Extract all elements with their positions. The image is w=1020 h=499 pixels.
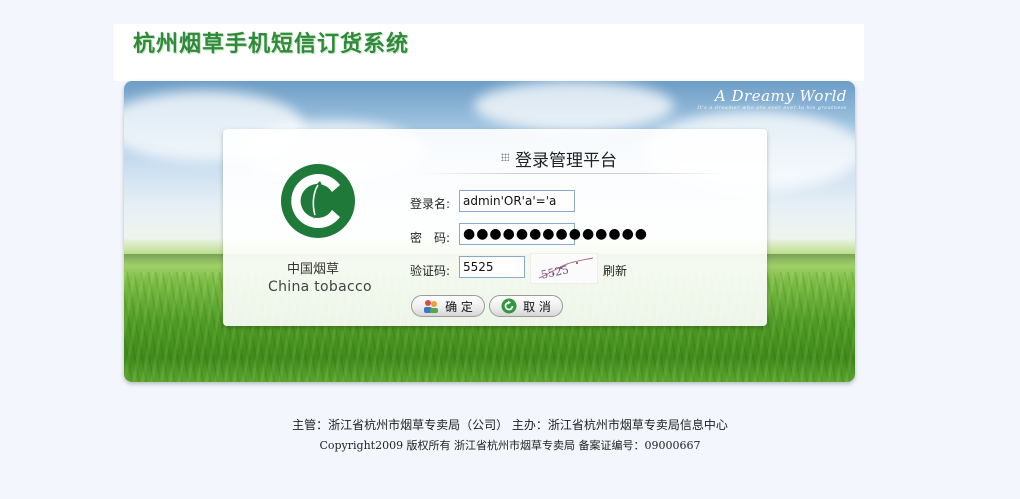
cloud-decoration (474, 81, 674, 131)
captcha-noise-icon: 5525 (538, 257, 594, 282)
password-label: 密 码: (410, 231, 451, 245)
users-icon (424, 300, 439, 313)
captcha-text: 5525 (540, 263, 570, 282)
cancel-button[interactable]: 取 消 (489, 295, 563, 317)
captcha-label: 验证码: (410, 264, 451, 278)
refresh-captcha-link[interactable]: 刷新 (603, 262, 627, 279)
logo-name-en: China tobacco (268, 279, 372, 295)
china-tobacco-logo-icon (281, 164, 355, 238)
footer-line-1: 主管：浙江省杭州市烟草专卖局（公司） 主办：浙江省杭州市烟草专卖局信息中心 (292, 418, 728, 432)
page-header: 杭州烟草手机短信订货系统 (114, 24, 864, 81)
system-title: 杭州烟草手机短信订货系统 (133, 32, 410, 57)
username-input[interactable] (459, 190, 575, 212)
password-input[interactable]: ●●●●●●●●●●●●●● (459, 223, 647, 245)
footer-line-2: Copyright2009 版权所有 浙江省杭州市烟草专卖局 备案证编号：090… (319, 439, 701, 452)
title-divider (423, 173, 727, 174)
banner-brand-subtitle: It's a dreamer who are ever ever to his … (697, 105, 847, 111)
captcha-image[interactable]: 5525 (530, 253, 598, 284)
confirm-button[interactable]: 确 定 (411, 295, 485, 317)
grip-dots-icon (501, 153, 509, 161)
username-label: 登录名: (410, 197, 451, 211)
banner-brand: A Dreamy World It's a dreamer who are ev… (697, 87, 847, 111)
logo-name-cn: 中国烟草 (287, 262, 340, 277)
confirm-button-label: 确 定 (445, 299, 473, 314)
login-panel: 中国烟草 China tobacco 登录管理平台 登录名: 密 码: ●●●●… (223, 129, 767, 326)
banner-brand-title: A Dreamy World (714, 87, 847, 105)
refresh-arrow-icon (501, 298, 517, 314)
login-title: 登录管理平台 (515, 151, 617, 171)
cancel-button-label: 取 消 (523, 299, 551, 314)
captcha-input[interactable] (459, 256, 525, 278)
